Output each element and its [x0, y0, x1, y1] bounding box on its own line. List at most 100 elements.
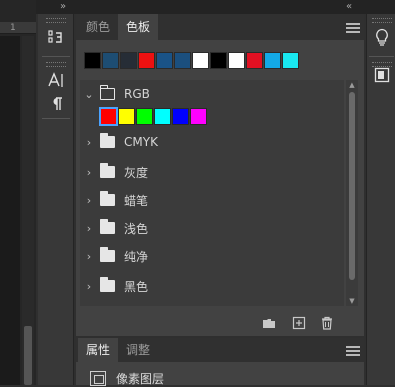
trash-icon[interactable]: [320, 316, 334, 330]
menu-line: [346, 31, 360, 33]
folder-icon: [100, 163, 115, 178]
recent-swatch[interactable]: [120, 52, 137, 69]
panel-dock-header: » «: [36, 0, 395, 14]
arrange-icon: [48, 30, 62, 43]
group-label: CMYK: [124, 135, 158, 149]
group-label: RGB: [124, 87, 150, 101]
color-swatch[interactable]: [190, 108, 207, 125]
group-grayscale[interactable]: › 灰度: [80, 160, 344, 184]
recent-swatch[interactable]: [192, 52, 209, 69]
tab-properties[interactable]: 属性: [78, 338, 119, 362]
pixel-layer-icon: [90, 370, 106, 386]
folder-open-icon: [100, 85, 115, 100]
group-label: 蜡笔: [124, 193, 149, 208]
group-rgb[interactable]: ⌄ RGB: [80, 82, 344, 106]
learn-button[interactable]: [371, 26, 393, 48]
panel-menu-button[interactable]: [346, 23, 360, 35]
folder-icon: [100, 133, 115, 148]
group-dark[interactable]: › 黑色: [80, 274, 344, 298]
text-icon: [48, 72, 63, 87]
expand-tools-button[interactable]: »: [60, 0, 66, 14]
group-pure[interactable]: › 纯净: [80, 244, 344, 268]
tab-color[interactable]: 颜色: [78, 14, 118, 40]
group-label: 灰度: [124, 165, 149, 180]
properties-panel: 属性 调整 像素图层: [76, 338, 364, 386]
recent-swatch[interactable]: [228, 52, 245, 69]
chevron-down-icon[interactable]: ⌄: [82, 88, 96, 101]
recent-swatch[interactable]: [156, 52, 173, 69]
panel-menu-button[interactable]: [346, 346, 360, 358]
paragraph-icon: [53, 97, 62, 110]
group-label: 浅色: [124, 221, 149, 236]
group-label: 黑色: [124, 279, 149, 294]
chevron-right-icon[interactable]: ›: [82, 250, 96, 263]
chevron-right-icon[interactable]: ›: [82, 222, 96, 235]
recent-swatch[interactable]: [102, 52, 119, 69]
color-swatch[interactable]: [172, 108, 189, 125]
tab-adjustments[interactable]: 调整: [118, 338, 158, 362]
chevron-right-icon[interactable]: ›: [82, 280, 96, 293]
color-swatch[interactable]: [99, 107, 118, 126]
color-swatch[interactable]: [136, 108, 153, 125]
tab-swatches[interactable]: 色板: [118, 14, 159, 40]
folder-icon: [100, 247, 115, 262]
recent-swatch[interactable]: [246, 52, 263, 69]
new-swatch-icon[interactable]: [292, 316, 306, 330]
group-cmyk[interactable]: › CMYK: [80, 130, 344, 154]
document-canvas[interactable]: [0, 36, 20, 385]
properties-tab-bar: 属性 调整: [76, 338, 364, 362]
vertical-ruler: 1: [0, 22, 36, 34]
document-scrollbar[interactable]: [22, 36, 34, 385]
new-group-icon[interactable]: [262, 316, 276, 330]
swatches-tab-bar: 颜色 色板: [76, 14, 364, 40]
color-swatch[interactable]: [154, 108, 171, 125]
group-pastel[interactable]: › 蜡笔: [80, 188, 344, 212]
paragraph-tool-button[interactable]: [43, 92, 69, 116]
layer-type-row: 像素图层: [90, 370, 164, 386]
tool-separator: [42, 56, 70, 57]
tool-separator: [42, 118, 70, 119]
chevron-right-icon[interactable]: ›: [82, 136, 96, 149]
recent-swatch[interactable]: [84, 52, 101, 69]
recent-swatch[interactable]: [138, 52, 155, 69]
rgb-swatch-row: [99, 107, 208, 126]
recent-swatch[interactable]: [174, 52, 191, 69]
recent-swatch[interactable]: [282, 52, 299, 69]
learn-icon: [376, 28, 388, 46]
scroll-down-arrow[interactable]: ▼: [346, 296, 358, 306]
drag-grip[interactable]: [46, 18, 66, 23]
ruler-tick-label: 1: [10, 23, 16, 33]
folder-icon: [100, 191, 115, 206]
menu-line: [346, 354, 360, 356]
tool-separator: [369, 56, 394, 57]
scroll-up-arrow[interactable]: ▲: [346, 80, 358, 90]
character-tool-button[interactable]: [43, 68, 69, 92]
scrollbar-thumb[interactable]: [24, 326, 32, 385]
menu-line: [346, 350, 360, 352]
group-label: 纯净: [124, 249, 149, 264]
tool-panel-column: [38, 14, 74, 385]
tree-scrollbar[interactable]: ▲ ▼: [346, 80, 358, 306]
drag-grip[interactable]: [46, 62, 66, 67]
recent-swatch[interactable]: [210, 52, 227, 69]
menu-line: [346, 27, 360, 29]
menu-line: [346, 23, 360, 25]
menu-line: [346, 346, 360, 348]
recent-swatch[interactable]: [264, 52, 281, 69]
libraries-button[interactable]: [371, 64, 393, 86]
arrange-tool-button[interactable]: [43, 26, 69, 50]
folder-icon: [100, 219, 115, 234]
group-light[interactable]: › 浅色: [80, 216, 344, 240]
layer-type-label: 像素图层: [116, 371, 165, 386]
swatches-panel: 颜色 色板 ⌄ RGB › CMYK › 灰度 › 蜡笔 › 浅色 › 纯净 ›…: [76, 14, 364, 336]
collapse-panels-button[interactable]: «: [346, 0, 352, 14]
right-icon-column: [366, 14, 395, 385]
drag-grip[interactable]: [372, 18, 392, 23]
chevron-right-icon[interactable]: ›: [82, 194, 96, 207]
chevron-right-icon[interactable]: ›: [82, 166, 96, 179]
scrollbar-thumb[interactable]: [349, 92, 355, 280]
libraries-icon: [374, 67, 390, 83]
folder-icon: [100, 277, 115, 292]
swatch-group-tree: ⌄ RGB › CMYK › 灰度 › 蜡笔 › 浅色 › 纯净 › 黑色: [80, 80, 344, 306]
color-swatch[interactable]: [118, 108, 135, 125]
